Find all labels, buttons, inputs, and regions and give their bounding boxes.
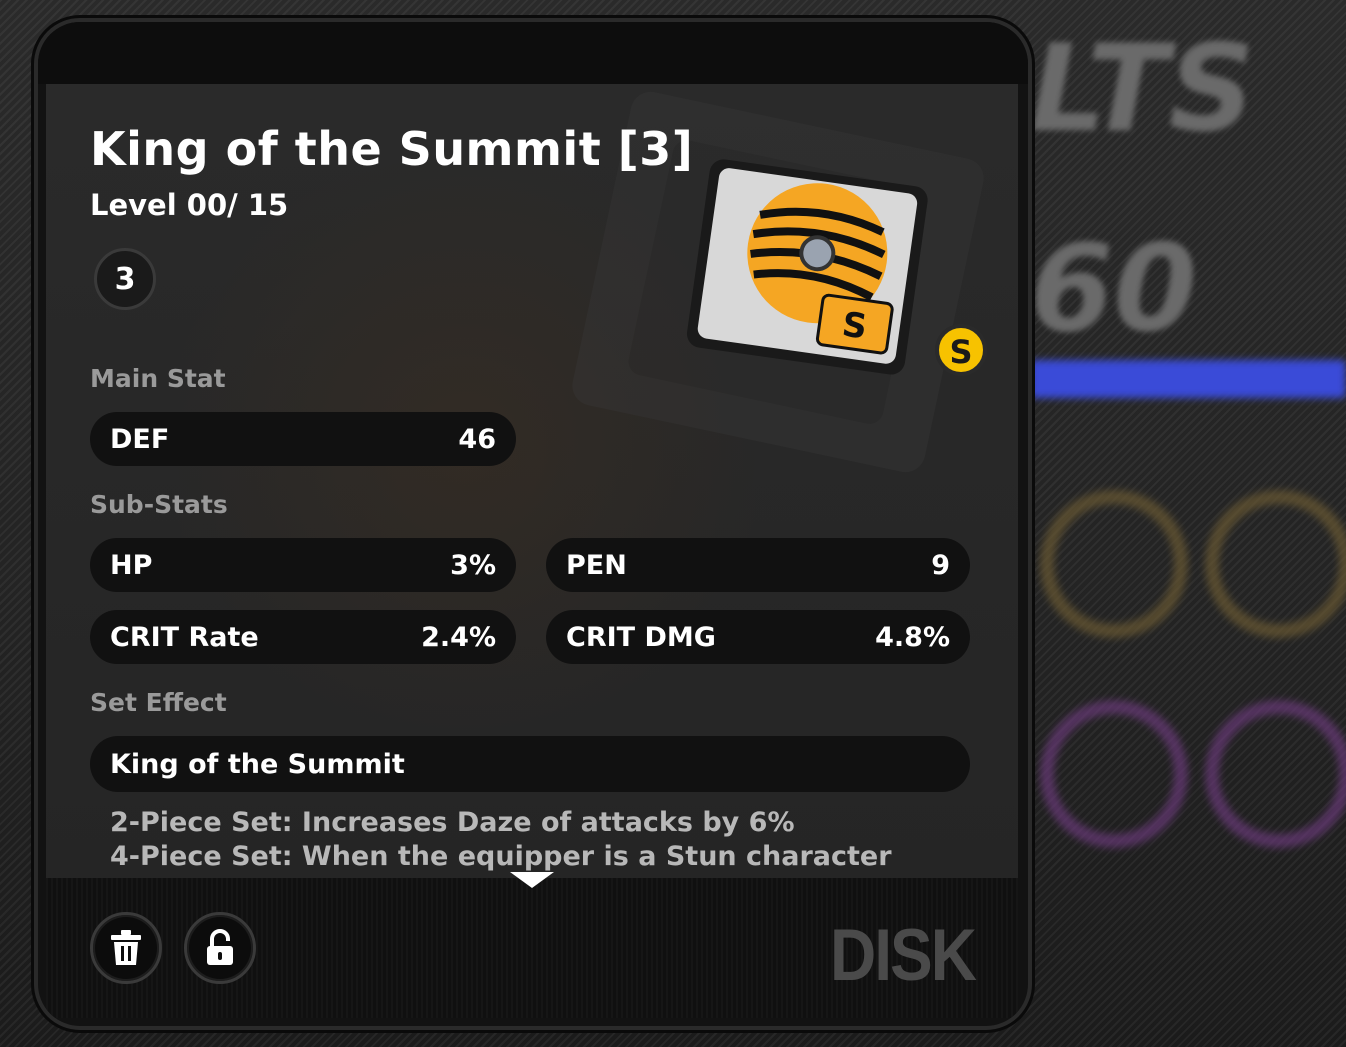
sub-stat-name: PEN	[566, 549, 627, 581]
category-label: DISK	[830, 913, 977, 996]
disk-detail-panel: S S King of the Summit [3] Level 00/ 15 …	[34, 18, 1032, 1030]
set-effect-name-row: King of the Summit	[90, 736, 970, 792]
sub-stat-row: PEN 9	[546, 538, 970, 592]
main-stat-value: 46	[458, 423, 496, 455]
scroll-down-arrow-icon[interactable]	[510, 872, 554, 888]
rarity-badge-letter: S	[949, 333, 972, 371]
background-slot-4	[1205, 700, 1346, 848]
background-slot-2	[1205, 490, 1346, 638]
background-title-text: LTS	[1030, 20, 1255, 159]
discard-button[interactable]	[90, 912, 162, 984]
sub-stat-value: 4.8%	[875, 621, 950, 653]
sub-stat-row: HP 3%	[90, 538, 516, 592]
sub-stat-row: CRIT Rate 2.4%	[90, 610, 516, 664]
unlock-icon	[207, 929, 233, 965]
two-piece-effect: 2-Piece Set: Increases Daze of attacks b…	[110, 807, 795, 838]
disk-title: King of the Summit [3]	[90, 122, 694, 176]
slot-number: 3	[114, 261, 136, 297]
sub-stat-value: 3%	[450, 549, 496, 581]
level-label: Level	[90, 188, 177, 222]
main-stat-row: DEF 46	[90, 412, 516, 466]
panel-header-strip	[38, 22, 1028, 84]
level-separator: /	[227, 188, 238, 222]
set-effect-description[interactable]: 2-Piece Set: Increases Daze of attacks b…	[110, 806, 970, 876]
trash-icon	[111, 930, 141, 965]
main-stat-name: DEF	[110, 423, 170, 455]
background-slot-3	[1040, 700, 1188, 848]
disk-level: Level 00/ 15	[90, 188, 288, 222]
level-max: 15	[247, 188, 289, 222]
slot-number-badge: 3	[94, 248, 156, 310]
sub-stats-label: Sub-Stats	[90, 490, 228, 519]
set-effect-label: Set Effect	[90, 688, 227, 717]
sub-stat-name: HP	[110, 549, 153, 581]
level-current: 00	[186, 188, 228, 222]
sub-stat-row: CRIT DMG 4.8%	[546, 610, 970, 664]
lock-toggle-button[interactable]	[184, 912, 256, 984]
background-slot-1	[1040, 490, 1188, 638]
sub-stat-value: 9	[931, 549, 950, 581]
sub-stat-name: CRIT Rate	[110, 621, 259, 653]
sub-stat-name: CRIT DMG	[566, 621, 716, 653]
background-level-number: 60	[1030, 220, 1197, 359]
main-stat-label: Main Stat	[90, 364, 226, 393]
set-effect-name: King of the Summit	[110, 748, 405, 780]
background-progress-bar	[1030, 360, 1346, 398]
sub-stat-value: 2.4%	[421, 621, 496, 653]
four-piece-effect: 4-Piece Set: When the equipper is a Stun…	[110, 841, 892, 872]
